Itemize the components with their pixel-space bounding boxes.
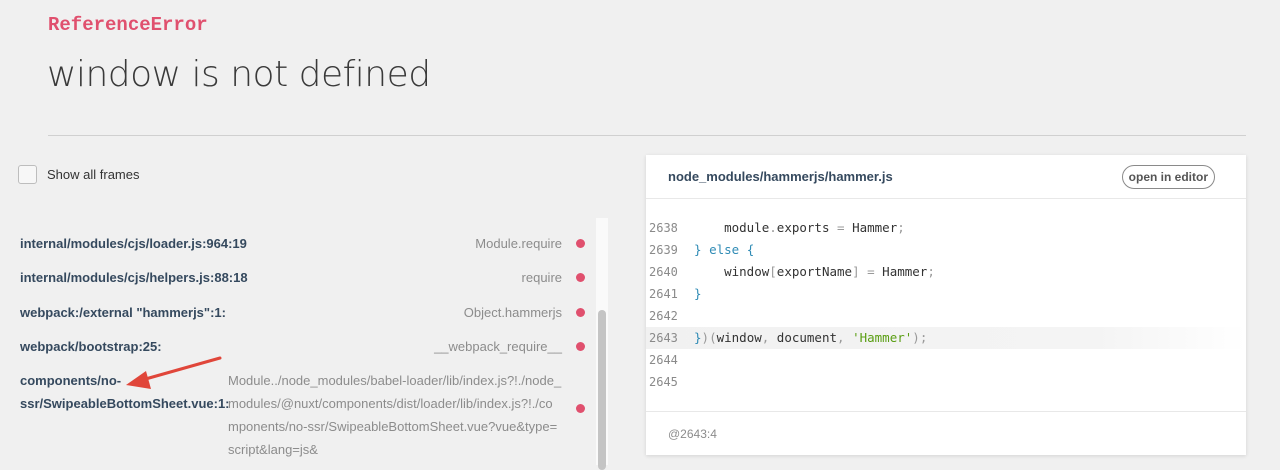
code-line: 2645 [646,371,1246,393]
code-line: 2638 module.exports = Hammer; [646,217,1246,239]
frame-status-dot-icon [576,239,585,248]
frame-file[interactable]: internal/modules/cjs/loader.js:964:19 [20,232,247,255]
line-number: 2640 [649,265,678,279]
error-message: window is not defined [47,54,431,95]
show-all-frames-toggle[interactable]: Show all frames [18,165,139,184]
frame-method: Module../node_modules/babel-loader/lib/i… [228,373,562,457]
line-number: 2643 [649,331,678,345]
line-code: module.exports = Hammer; [694,220,905,235]
line-code: window[exportName] = Hammer; [694,264,935,279]
frame-status-dot-icon [576,342,585,351]
frame-status-dot-icon [576,273,585,282]
frame-status-dot-icon [576,404,585,413]
code-line: 2639 } else { [646,239,1246,261]
frame-file[interactable]: webpack:/external "hammerjs":1: [20,301,226,324]
source-file-name: node_modules/hammerjs/hammer.js [668,169,893,184]
line-code: } [694,286,702,301]
source-panel: node_modules/hammerjs/hammer.js open in … [646,155,1246,455]
stack-frames-list: internal/modules/cjs/loader.js:964:19 Mo… [0,218,594,465]
frame-method: __webpack_require__ [434,339,562,354]
code-line-highlighted: 2643 })(window, document, 'Hammer'); [646,327,1246,349]
line-number: 2644 [649,353,678,367]
line-number: 2645 [649,375,678,389]
code-view: 2638 module.exports = Hammer; 2639 } els… [646,217,1246,393]
error-type: ReferenceError [48,14,208,36]
line-code: } else { [694,242,755,257]
frame-method: Object.hammerjs [463,305,562,320]
code-line: 2640 window[exportName] = Hammer; [646,261,1246,283]
code-line: 2641 } [646,283,1246,305]
code-line: 2642 [646,305,1246,327]
frame-file[interactable]: internal/modules/cjs/helpers.js:88:18 [20,266,248,289]
line-number: 2639 [649,243,678,257]
divider [48,135,1246,136]
frame-file[interactable]: webpack/bootstrap:25: [20,335,162,358]
frames-scrollbar-thumb[interactable] [598,310,606,470]
show-all-frames-label: Show all frames [47,167,140,182]
error-location: @2643:4 [668,427,717,441]
line-number: 2638 [649,221,678,235]
open-in-editor-button[interactable]: open in editor [1121,165,1215,189]
code-line: 2644 [646,349,1246,371]
frame-method: require [521,270,562,285]
line-number: 2642 [649,309,678,323]
show-all-frames-checkbox[interactable] [18,165,37,184]
frame-status-dot-icon [576,308,585,317]
line-code: })(window, document, 'Hammer'); [694,330,928,345]
source-header: node_modules/hammerjs/hammer.js open in … [646,155,1246,199]
line-number: 2641 [649,287,678,301]
frame-file[interactable]: components/no-ssr/SwipeableBottomSheet.v… [20,369,230,415]
source-footer: @2643:4 [646,411,1246,456]
frame-method: Module.require [475,236,562,251]
